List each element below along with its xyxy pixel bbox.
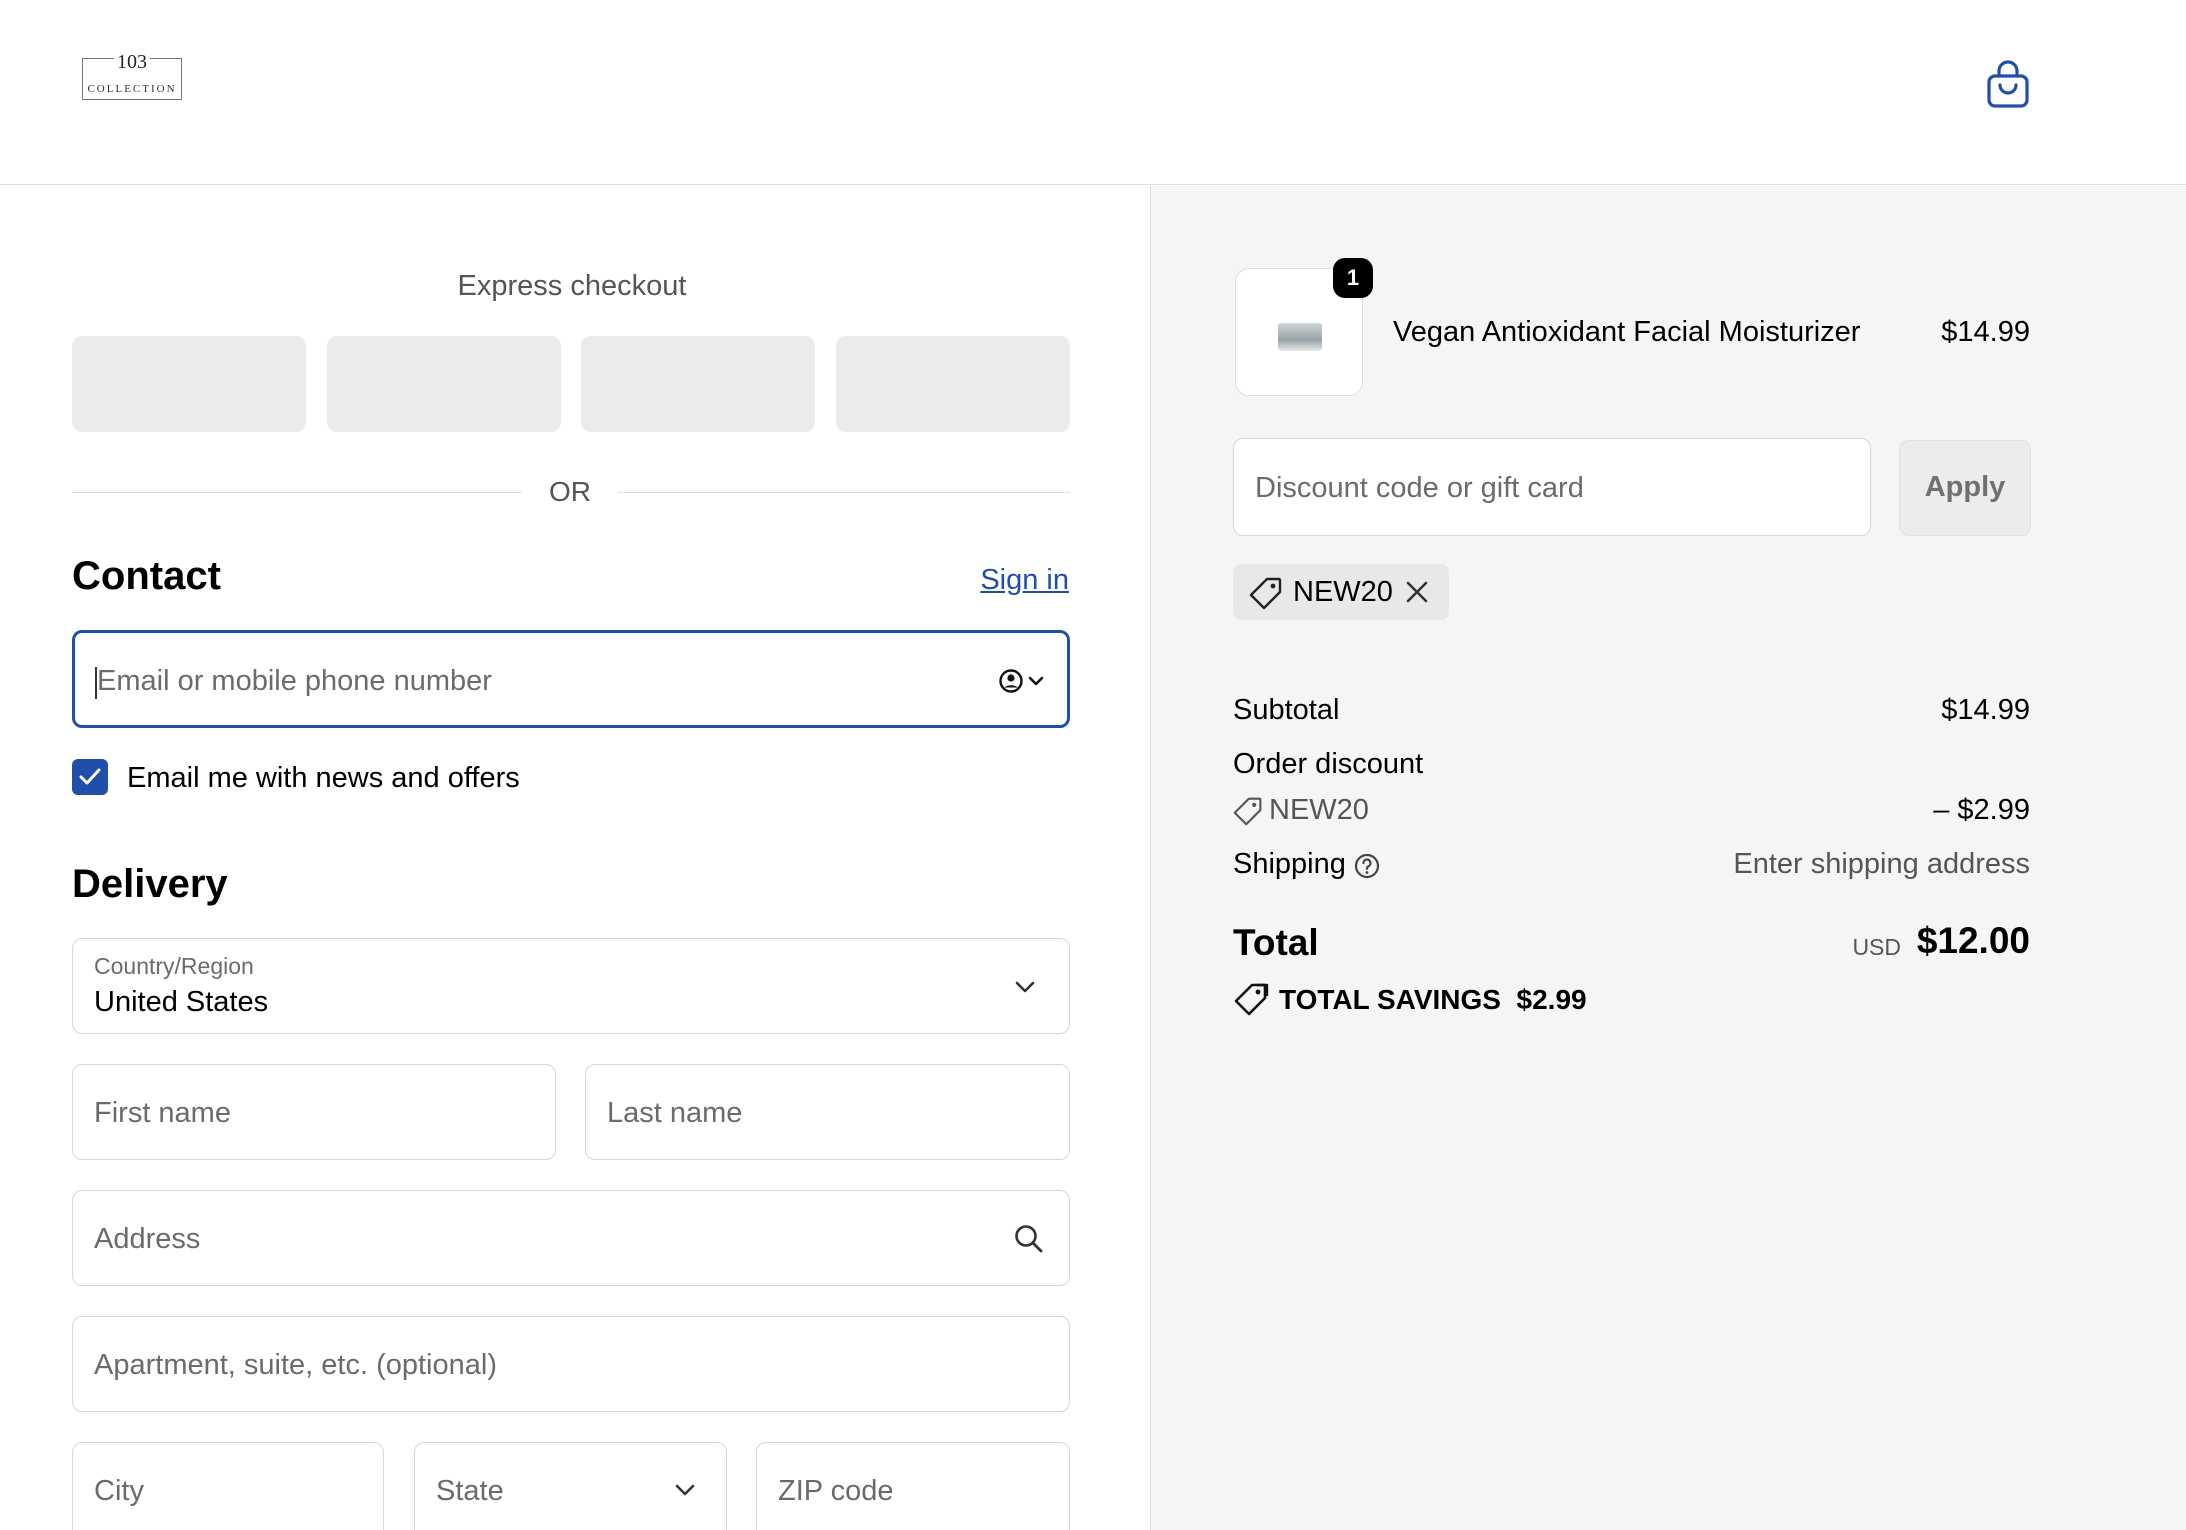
checkout-header: 103 COLLECTION: [0, 0, 2186, 185]
total-currency: USD: [1852, 934, 1901, 960]
state-placeholder: State: [436, 1475, 504, 1507]
store-logo[interactable]: 103 COLLECTION: [82, 51, 182, 100]
shipping-label: Shipping: [1233, 848, 1346, 880]
express-pay-button-3[interactable]: [581, 336, 815, 432]
order-discount-label: Order discount: [1233, 748, 1424, 780]
sign-in-link[interactable]: Sign in: [980, 564, 1069, 597]
zip-code-field[interactable]: ZIP code: [756, 1442, 1070, 1530]
total-savings-value: $2.99: [1516, 984, 1587, 1015]
first-name-placeholder: First name: [94, 1097, 231, 1129]
product-image: [1278, 323, 1322, 351]
discount-code-placeholder: Discount code or gift card: [1255, 472, 1584, 504]
total-label: Total: [1233, 922, 1319, 963]
city-placeholder: City: [94, 1475, 144, 1507]
tag-icon: [1249, 577, 1282, 610]
email-placeholder: Email or mobile phone number: [97, 665, 492, 697]
country-value: United States: [94, 986, 269, 1018]
country-select[interactable]: Country/Region United States: [72, 938, 1070, 1034]
product-price: $14.99: [1941, 316, 2030, 348]
close-icon[interactable]: [1405, 580, 1429, 604]
applied-discount-chip: NEW20: [1233, 564, 1449, 620]
logo-number: 103: [114, 51, 150, 73]
city-field[interactable]: City: [72, 1442, 384, 1530]
discount-code-field[interactable]: Discount code or gift card: [1233, 438, 1871, 536]
address-placeholder: Address: [94, 1223, 201, 1255]
state-select[interactable]: State: [414, 1442, 727, 1530]
tag-icon: [1233, 797, 1262, 826]
apartment-field[interactable]: Apartment, suite, etc. (optional): [72, 1316, 1070, 1412]
newsletter-label: Email me with news and offers: [127, 762, 520, 794]
help-icon[interactable]: [1353, 852, 1381, 880]
savings-tag-icon: [1234, 983, 1269, 1016]
order-summary: 1 Vegan Antioxidant Facial Moisturizer $…: [1150, 186, 2186, 1530]
contact-heading: Contact: [72, 554, 221, 598]
express-checkout-title: Express checkout: [457, 270, 687, 302]
applied-discount-code: NEW20: [1293, 576, 1393, 608]
newsletter-checkbox[interactable]: [72, 759, 108, 795]
subtotal-value: $14.99: [1941, 694, 2030, 726]
chevron-down-icon: [1015, 981, 1035, 993]
last-name-placeholder: Last name: [607, 1097, 743, 1129]
order-discount-code: NEW20: [1269, 794, 1369, 826]
address-field[interactable]: Address: [72, 1190, 1070, 1286]
express-pay-button-2[interactable]: [327, 336, 561, 432]
shopping-bag-icon[interactable]: [1984, 58, 2032, 110]
chevron-down-icon: [675, 1484, 695, 1496]
contact-picker-icon[interactable]: [999, 667, 1047, 695]
shipping-value: Enter shipping address: [1733, 848, 2030, 880]
first-name-field[interactable]: First name: [72, 1064, 556, 1160]
email-field[interactable]: Email or mobile phone number: [72, 630, 1070, 728]
check-icon: [79, 768, 101, 785]
zip-code-placeholder: ZIP code: [778, 1475, 894, 1507]
or-divider-text: OR: [549, 476, 591, 507]
subtotal-label: Subtotal: [1233, 694, 1340, 726]
checkout-form: Express checkout OR Contact Sign in Emai…: [0, 186, 1150, 1530]
quantity-badge: 1: [1333, 258, 1373, 298]
or-divider-right: [618, 492, 1070, 493]
total-savings: TOTAL SAVINGS $2.99: [1279, 984, 1587, 1016]
apply-discount-button[interactable]: Apply: [1899, 440, 2031, 536]
total-savings-label: TOTAL SAVINGS: [1279, 984, 1501, 1015]
country-label: Country/Region: [94, 953, 254, 979]
product-name: Vegan Antioxidant Facial Moisturizer: [1393, 316, 1861, 348]
delivery-heading: Delivery: [72, 862, 228, 906]
or-divider-left: [72, 492, 522, 493]
logo-word: COLLECTION: [87, 83, 177, 95]
order-discount-value: – $2.99: [1933, 794, 2030, 826]
last-name-field[interactable]: Last name: [585, 1064, 1070, 1160]
express-pay-button-1[interactable]: [72, 336, 306, 432]
total-value: $12.00: [1916, 920, 2030, 961]
apartment-placeholder: Apartment, suite, etc. (optional): [94, 1349, 497, 1381]
search-icon[interactable]: [1013, 1223, 1045, 1255]
express-pay-button-4[interactable]: [836, 336, 1070, 432]
